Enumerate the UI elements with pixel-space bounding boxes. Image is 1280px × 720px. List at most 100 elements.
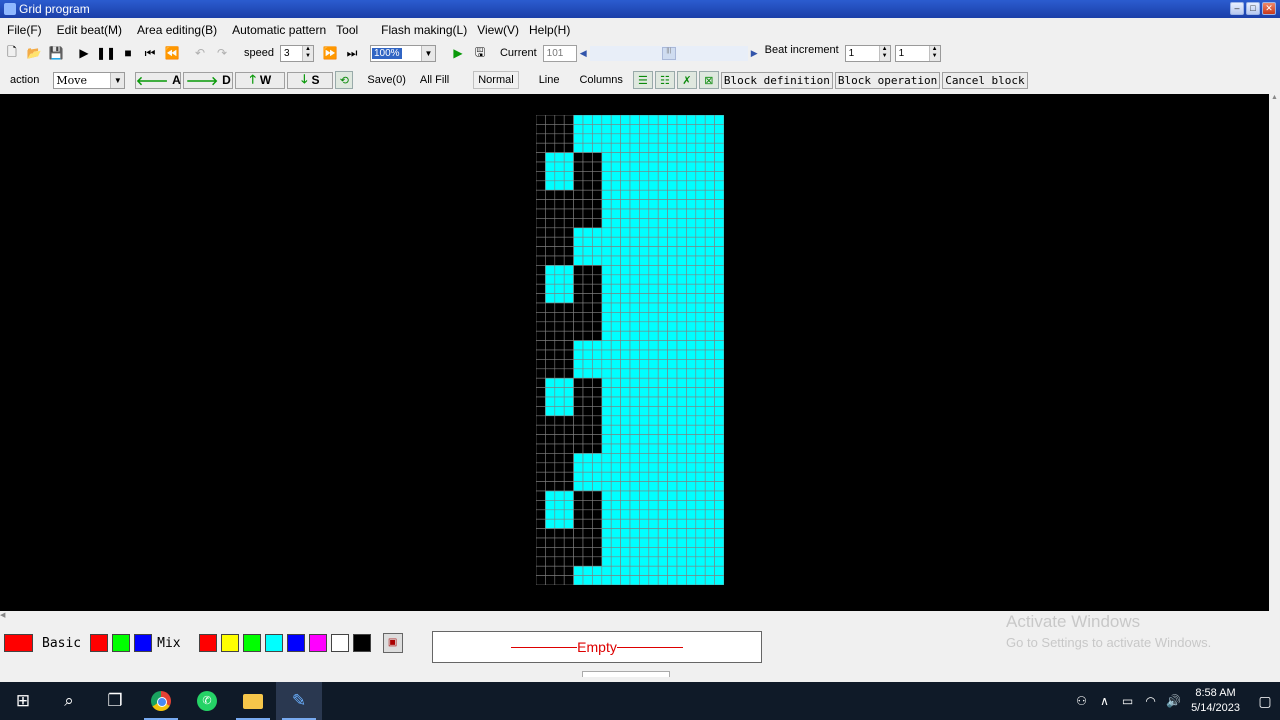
grid-cell[interactable] xyxy=(545,537,556,548)
grid-cell[interactable] xyxy=(601,500,612,511)
grid-cell[interactable] xyxy=(657,368,668,379)
search-icon[interactable]: ⌕ xyxy=(46,682,92,720)
grid-cell[interactable] xyxy=(714,227,724,238)
grid-cell[interactable] xyxy=(667,142,678,153)
grid-cell[interactable] xyxy=(610,518,621,529)
grid-cell[interactable] xyxy=(695,330,706,341)
grid-cell[interactable] xyxy=(601,312,612,323)
grid-cell[interactable] xyxy=(648,443,659,454)
grid-cell[interactable] xyxy=(582,274,593,285)
grid-cell[interactable] xyxy=(620,236,631,247)
grid-cell[interactable] xyxy=(610,142,621,153)
grid-cell[interactable] xyxy=(545,368,556,379)
grid-cell[interactable] xyxy=(592,443,603,454)
grid-cell[interactable] xyxy=(610,283,621,294)
grid-cell[interactable] xyxy=(629,152,640,163)
grid-cell[interactable] xyxy=(686,246,697,257)
grid-cell[interactable] xyxy=(601,199,612,210)
grid-cell[interactable] xyxy=(554,565,565,576)
grid-cell[interactable] xyxy=(667,274,678,285)
grid-cell[interactable] xyxy=(667,509,678,520)
grid-cell[interactable] xyxy=(563,161,574,172)
grid-cell[interactable] xyxy=(554,189,565,200)
grid-cell[interactable] xyxy=(714,462,724,473)
grid-cell[interactable] xyxy=(676,368,687,379)
grid-cell[interactable] xyxy=(536,312,546,323)
file-explorer-icon[interactable] xyxy=(230,682,276,720)
grid-cell[interactable] xyxy=(545,490,556,501)
grid-cell[interactable] xyxy=(704,330,715,341)
grid-cell[interactable] xyxy=(657,556,668,567)
grid-cell[interactable] xyxy=(639,265,650,276)
grid-cell[interactable] xyxy=(592,556,603,567)
grid-cell[interactable] xyxy=(536,443,546,454)
grid-cell[interactable] xyxy=(601,161,612,172)
grid-cell[interactable] xyxy=(610,218,621,229)
menu-file[interactable]: File(F) xyxy=(7,23,42,37)
grid-cell[interactable] xyxy=(554,208,565,219)
grid-cell[interactable] xyxy=(563,199,574,210)
grid-cell[interactable] xyxy=(620,124,631,135)
grid-cell[interactable] xyxy=(704,415,715,426)
grid-cell[interactable] xyxy=(657,161,668,172)
grid-cell[interactable] xyxy=(620,189,631,200)
grid-cell[interactable] xyxy=(657,340,668,351)
grid-cell[interactable] xyxy=(639,509,650,520)
grid-cell[interactable] xyxy=(573,236,584,247)
grid-cell[interactable] xyxy=(582,330,593,341)
grid-cell[interactable] xyxy=(601,518,612,529)
grid-cell[interactable] xyxy=(657,274,668,285)
grid-cell[interactable] xyxy=(657,490,668,501)
grid-cell[interactable] xyxy=(648,321,659,332)
grid-cell[interactable] xyxy=(592,246,603,257)
grid-cell[interactable] xyxy=(639,547,650,558)
grid-cell[interactable] xyxy=(714,152,724,163)
chrome-icon[interactable] xyxy=(138,682,184,720)
grid-cell[interactable] xyxy=(620,227,631,238)
grid-cell[interactable] xyxy=(629,518,640,529)
grid-cell[interactable] xyxy=(629,283,640,294)
grid-cell[interactable] xyxy=(563,330,574,341)
grid-cell[interactable] xyxy=(657,312,668,323)
grid-cell[interactable] xyxy=(563,471,574,482)
grid-cell[interactable] xyxy=(676,547,687,558)
grid-cell[interactable] xyxy=(610,406,621,417)
grid-cell[interactable] xyxy=(536,274,546,285)
grid-cell[interactable] xyxy=(563,556,574,567)
grid-cell[interactable] xyxy=(667,415,678,426)
grid-cell[interactable] xyxy=(573,547,584,558)
grid-cell[interactable] xyxy=(582,528,593,539)
spin-arrows-icon[interactable]: ▲ ▼ xyxy=(301,45,313,61)
grid-cell[interactable] xyxy=(573,406,584,417)
grid-cell[interactable] xyxy=(714,481,724,492)
grid-cell[interactable] xyxy=(648,236,659,247)
grid-cell[interactable] xyxy=(563,443,574,454)
grid-cell[interactable] xyxy=(601,246,612,257)
grid-cell[interactable] xyxy=(676,415,687,426)
grid-cell[interactable] xyxy=(648,396,659,407)
grid-cell[interactable] xyxy=(676,283,687,294)
grid-cell[interactable] xyxy=(582,481,593,492)
grid-cell[interactable] xyxy=(629,265,640,276)
grid-cell[interactable] xyxy=(648,387,659,398)
mix-swatch-6[interactable] xyxy=(330,634,349,652)
grid-cell[interactable] xyxy=(667,115,678,125)
grid-cell[interactable] xyxy=(639,302,650,313)
grid-cell[interactable] xyxy=(639,340,650,351)
grid-cell[interactable] xyxy=(554,152,565,163)
grid-cell[interactable] xyxy=(714,406,724,417)
grid-cell[interactable] xyxy=(601,274,612,285)
mix-swatch-0[interactable] xyxy=(198,634,217,652)
grid-cell[interactable] xyxy=(536,171,546,182)
grid-cell[interactable] xyxy=(545,518,556,529)
grid-cell[interactable] xyxy=(582,161,593,172)
grid-cell[interactable] xyxy=(648,453,659,464)
grid-cell[interactable] xyxy=(536,481,546,492)
grid-cell[interactable] xyxy=(582,246,593,257)
grid-cell[interactable] xyxy=(704,171,715,182)
grid-cell[interactable] xyxy=(601,330,612,341)
grid-cell[interactable] xyxy=(573,199,584,210)
grid-cell[interactable] xyxy=(592,265,603,276)
grid-cell[interactable] xyxy=(667,471,678,482)
grid-cell[interactable] xyxy=(629,415,640,426)
